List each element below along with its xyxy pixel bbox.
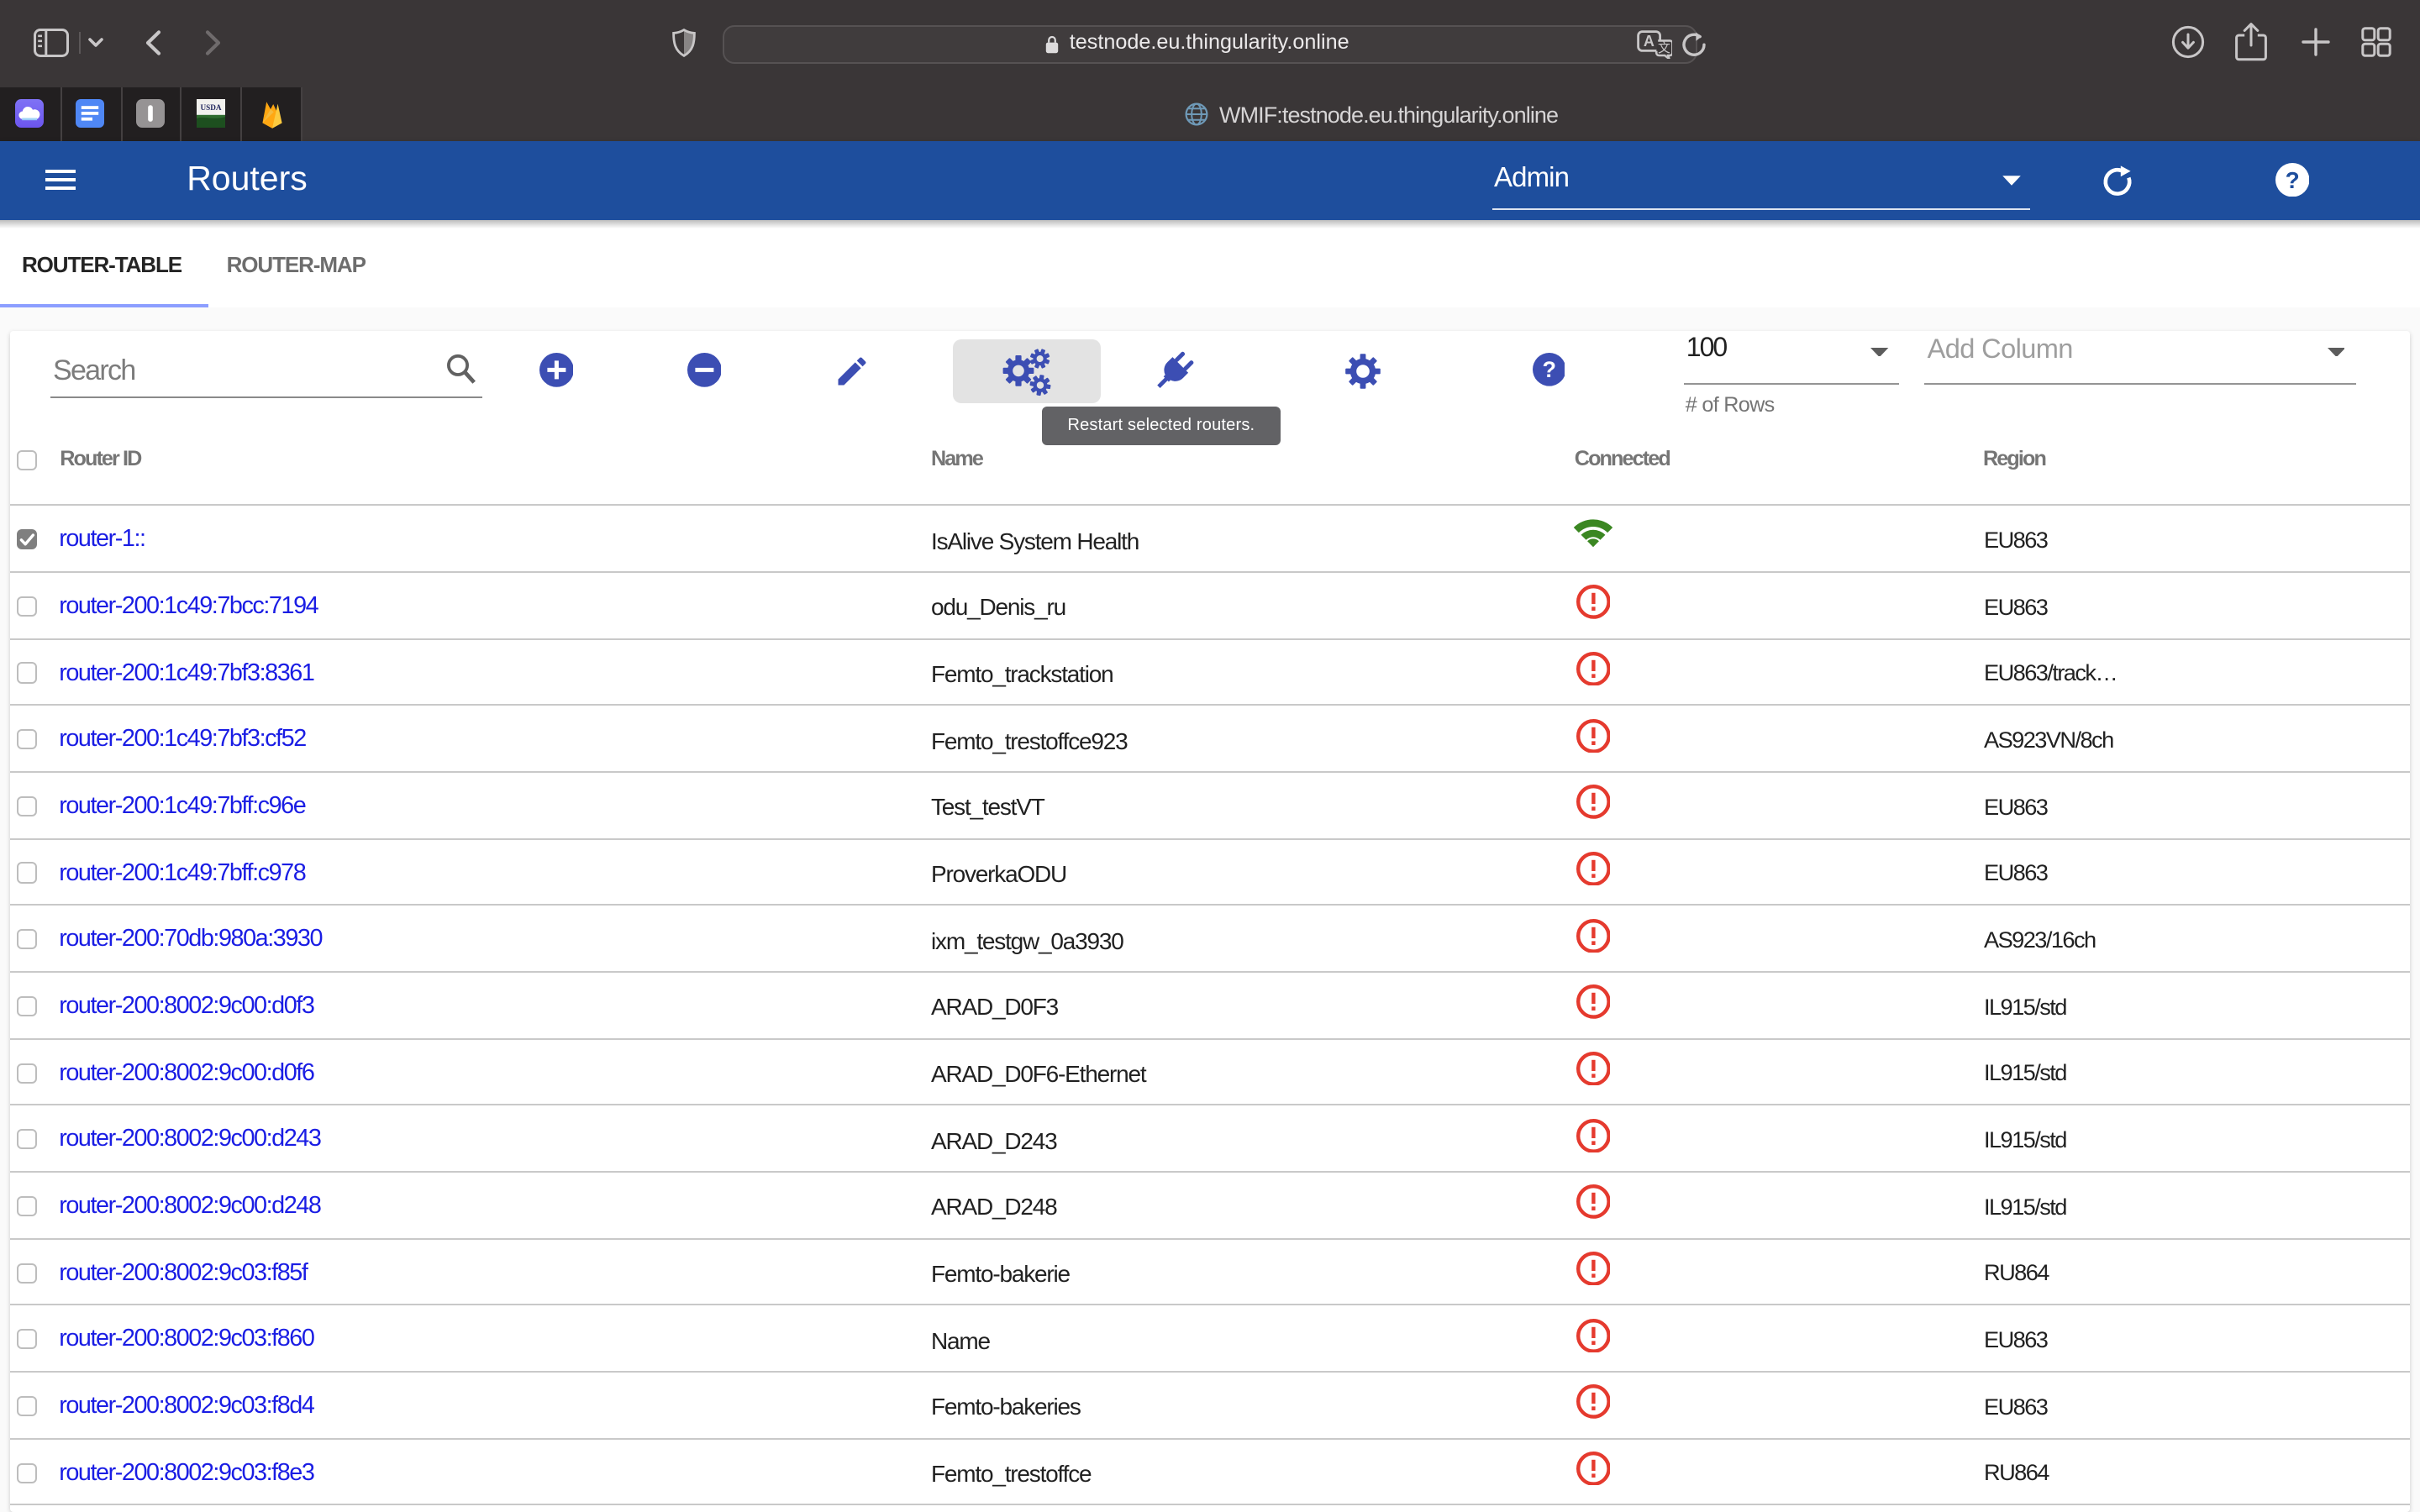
svg-text:USDA: USDA (200, 103, 221, 112)
svg-text:A: A (1644, 33, 1655, 50)
svg-text:?: ? (1542, 358, 1555, 383)
svg-text:文: 文 (1658, 41, 1670, 55)
svg-text:?: ? (2286, 168, 2300, 194)
